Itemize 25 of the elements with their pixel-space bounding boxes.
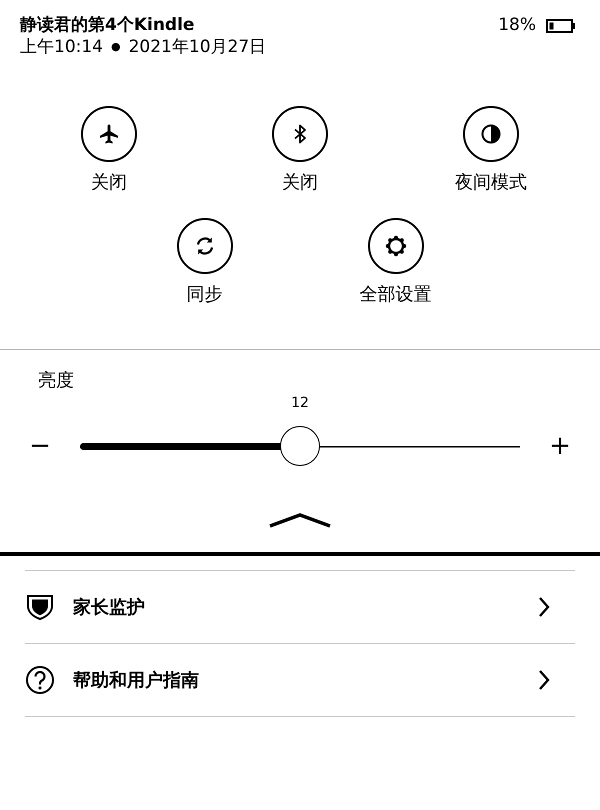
battery-icon <box>546 19 576 33</box>
brightness-label: 亮度 <box>38 370 74 392</box>
menu-item[interactable]: 帮助和用户指南 <box>25 644 575 717</box>
chevron-right-icon <box>538 596 550 618</box>
toggle-label: 夜间模式 <box>455 172 527 194</box>
menu-item[interactable]: 家长监护 <box>25 571 575 644</box>
slider-thumb[interactable] <box>280 426 320 466</box>
chevron-right-icon <box>538 669 550 691</box>
toggle-label: 关闭 <box>282 172 318 194</box>
brightness-value: 12 <box>291 394 309 412</box>
battery-percent: 18% <box>498 14 536 36</box>
decrease-button[interactable]: − <box>0 431 80 461</box>
help-icon <box>25 665 55 695</box>
toggle-label: 同步 <box>186 284 222 306</box>
menu-label: 家长监护 <box>73 596 146 619</box>
menu-label: 帮助和用户指南 <box>73 669 200 692</box>
time: 上午10:14 <box>20 36 103 58</box>
collapse-caret-icon[interactable] <box>269 512 331 528</box>
increase-button[interactable]: + <box>520 431 600 461</box>
toggle-label: 全部设置 <box>360 284 432 306</box>
date: 2021年10月27日 <box>128 36 266 58</box>
toggle-label: 关闭 <box>91 172 127 194</box>
shield-icon <box>25 592 55 622</box>
separator-dot: ● <box>111 39 121 55</box>
device-title: 静读君的第4个Kindle <box>20 14 196 36</box>
